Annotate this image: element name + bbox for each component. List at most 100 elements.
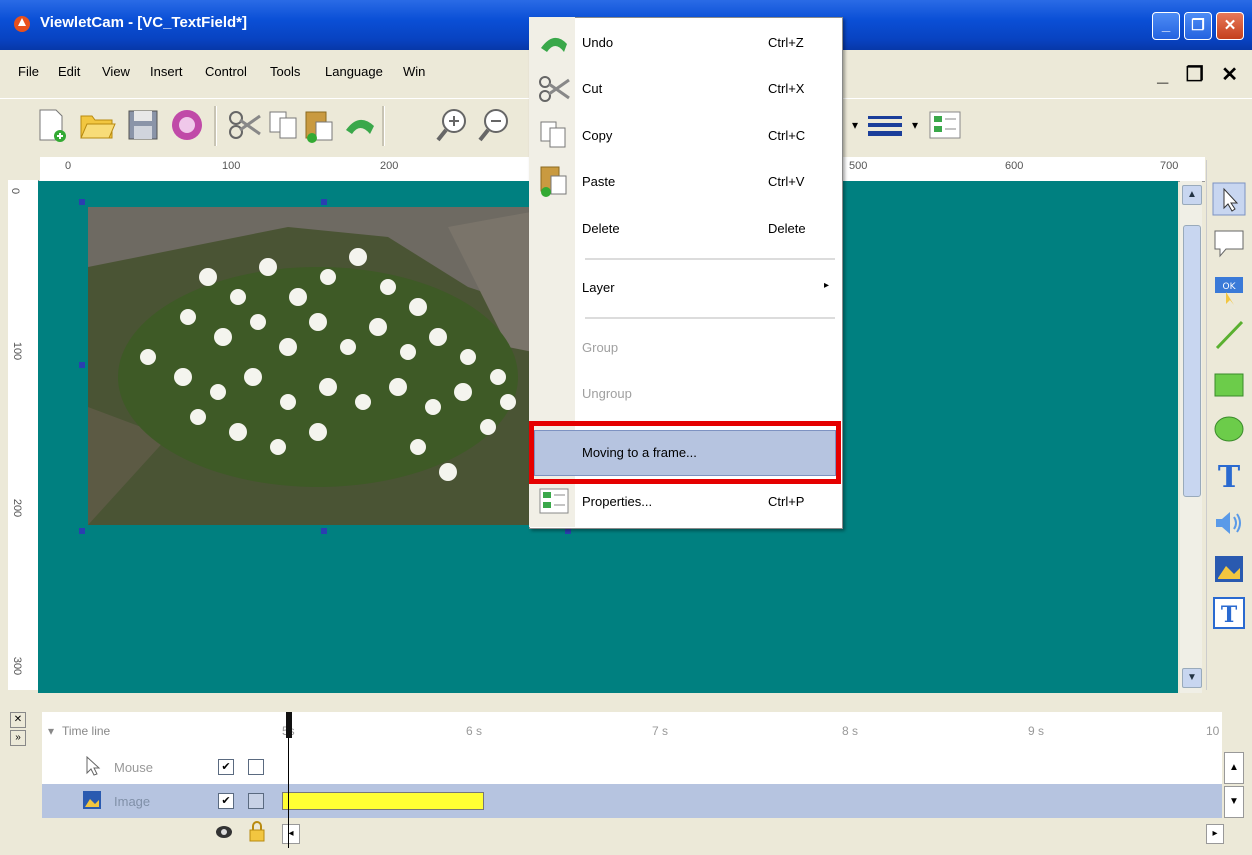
vertical-ruler: [8, 180, 39, 690]
timeline-tick: 8 s: [842, 724, 859, 738]
ellipse-tool-icon[interactable]: [1212, 412, 1246, 446]
dropdown-arrow-icon[interactable]: ▾: [852, 118, 858, 132]
scroll-left-icon[interactable]: ◂: [282, 824, 300, 844]
svg-text:OK: OK: [1223, 282, 1237, 292]
text-field-tool-icon[interactable]: T: [1212, 596, 1246, 630]
lock-checkbox[interactable]: [248, 759, 264, 775]
cut-icon[interactable]: [226, 106, 264, 144]
menu-view[interactable]: View: [102, 64, 130, 79]
paste-icon[interactable]: [300, 106, 338, 144]
cut-icon: [539, 76, 570, 102]
menu-item-paste[interactable]: Paste: [582, 174, 615, 189]
zoom-in-icon[interactable]: [434, 106, 472, 144]
menu-item-layer[interactable]: Layer: [582, 280, 615, 295]
selection-handle[interactable]: [321, 199, 327, 205]
selection-handle[interactable]: [79, 362, 85, 368]
scroll-down-icon[interactable]: ▼: [1182, 668, 1202, 688]
ruler-label: 500: [849, 160, 868, 172]
menu-tools[interactable]: Tools: [270, 64, 300, 79]
shortcut-properties: Ctrl+P: [768, 494, 805, 509]
selection-handle[interactable]: [79, 528, 85, 534]
line-tool-icon[interactable]: [1212, 318, 1246, 352]
menu-control[interactable]: Control: [205, 64, 247, 79]
collapse-arrow-icon[interactable]: ▾: [48, 724, 54, 738]
ruler-label: 300: [11, 656, 24, 676]
save-icon[interactable]: [124, 106, 162, 144]
selection-handle[interactable]: [321, 528, 327, 534]
ruler-label: 100: [11, 341, 24, 361]
svg-text:T: T: [1218, 460, 1241, 492]
copy-icon: [540, 121, 566, 148]
ruler-label: 600: [1005, 160, 1024, 172]
image-tool-icon[interactable]: [1212, 552, 1246, 586]
dropdown-arrow-icon[interactable]: ▾: [912, 118, 918, 132]
paste-icon: [540, 166, 567, 197]
flower-image[interactable]: [88, 207, 558, 525]
properties-icon: [539, 488, 569, 514]
playhead-line: [288, 738, 289, 848]
dock-panel-icon[interactable]: »: [10, 730, 26, 746]
copy-icon[interactable]: [264, 106, 302, 144]
menu-item-properties[interactable]: Properties...: [582, 494, 652, 509]
menu-language[interactable]: Language: [325, 64, 383, 79]
selection-handle[interactable]: [79, 199, 85, 205]
eye-icon[interactable]: [214, 822, 234, 842]
menu-item-cut[interactable]: Cut: [582, 81, 602, 96]
timeline-title: Time line: [62, 724, 111, 738]
app-icon: [14, 16, 30, 32]
menu-insert[interactable]: Insert: [150, 64, 183, 79]
ruler-label: 100: [222, 160, 241, 172]
rectangle-tool-icon[interactable]: [1212, 368, 1246, 402]
menu-edit[interactable]: Edit: [58, 64, 80, 79]
sound-tool-icon[interactable]: [1212, 506, 1246, 540]
ruler-label: 700: [1160, 160, 1179, 172]
button-tool-icon[interactable]: OK: [1212, 272, 1246, 306]
menu-file[interactable]: File: [18, 64, 39, 79]
undo-icon[interactable]: [340, 106, 378, 144]
lock-checkbox[interactable]: [248, 793, 264, 809]
menu-window[interactable]: Win: [403, 64, 425, 79]
shortcut-paste: Ctrl+V: [768, 174, 805, 189]
menu-separator: [585, 258, 835, 260]
scroll-right-icon[interactable]: ▸: [1206, 824, 1224, 844]
svg-text:T: T: [1221, 602, 1238, 628]
playhead[interactable]: [286, 712, 292, 738]
minimize-button[interactable]: _: [1152, 12, 1180, 40]
restore-button[interactable]: ❐: [1184, 12, 1212, 40]
visibility-checkbox[interactable]: ✔: [218, 759, 234, 775]
zoom-out-icon[interactable]: [476, 106, 514, 144]
undo-icon: [541, 37, 567, 52]
shortcut-delete: Delete: [768, 221, 806, 236]
shortcut-undo: Ctrl+Z: [768, 35, 804, 50]
visibility-checkbox[interactable]: ✔: [218, 793, 234, 809]
mdi-controls[interactable]: _ ❐ ✕: [1157, 62, 1244, 87]
menu-separator: [585, 317, 835, 319]
menu-item-undo[interactable]: Undo: [582, 35, 613, 50]
menu-item-ungroup: Ungroup: [582, 386, 632, 401]
ruler-label: 0: [65, 160, 72, 172]
lock-icon[interactable]: [248, 820, 266, 842]
timeline-tick: 10: [1206, 724, 1220, 738]
properties-icon[interactable]: [926, 106, 964, 144]
menu-item-delete[interactable]: Delete: [582, 221, 620, 236]
new-file-icon[interactable]: [32, 106, 70, 144]
close-panel-icon[interactable]: ✕: [10, 712, 26, 728]
shortcut-cut: Ctrl+X: [768, 81, 805, 96]
open-folder-icon[interactable]: [78, 106, 116, 144]
menu-item-copy[interactable]: Copy: [582, 128, 612, 143]
image-duration-bar[interactable]: [282, 792, 484, 810]
scroll-up-icon[interactable]: ▲: [1182, 185, 1202, 205]
timeline-tick: 7 s: [652, 724, 669, 738]
line-style-icon[interactable]: [866, 106, 904, 144]
text-tool-icon[interactable]: T: [1212, 458, 1246, 492]
pointer-tool-icon[interactable]: [1212, 182, 1246, 216]
timeline-scroll-up-icon[interactable]: ▲: [1224, 752, 1244, 784]
submenu-arrow-icon: ▸: [824, 280, 830, 291]
ruler-label: 200: [380, 160, 399, 172]
callout-tool-icon[interactable]: [1212, 226, 1246, 260]
close-button[interactable]: ✕: [1216, 12, 1244, 40]
ruler-label: 0: [9, 187, 22, 195]
timeline-scroll-down-icon[interactable]: ▼: [1224, 786, 1244, 818]
record-icon[interactable]: [168, 106, 206, 144]
scroll-thumb[interactable]: [1183, 225, 1201, 497]
